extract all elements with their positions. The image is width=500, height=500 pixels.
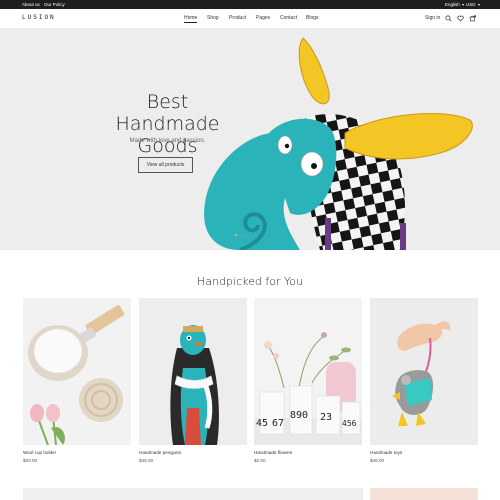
search-icon[interactable] (445, 15, 452, 22)
product-image-wool-cup-holder[interactable] (23, 298, 131, 446)
product-card[interactable]: Wool cup holder $20.00 (23, 298, 131, 463)
section-title: Handpicked for You (197, 275, 303, 288)
currency-select[interactable]: USD (466, 1, 480, 8)
next-section-preview (370, 488, 478, 500)
product-name[interactable]: Handmade toys (370, 450, 402, 455)
top-bar: About us Our Policy English USD (0, 0, 500, 9)
product-name[interactable]: Handmade flowers (254, 450, 292, 455)
vase-number: 67 (272, 418, 284, 429)
hero-subtitle: Made with love and passion. (129, 138, 206, 144)
product-image-handmade-flowers[interactable]: 45 67 890 23 456 (254, 298, 362, 445)
currency-label: USD (466, 2, 476, 7)
product-name[interactable]: Handmade penguins (139, 450, 181, 455)
site-logo[interactable]: LUSION (22, 14, 56, 21)
product-price: $2.00 (254, 458, 266, 463)
product-image-handmade-toys[interactable] (370, 298, 478, 445)
nav-home[interactable]: Home (184, 15, 198, 23)
language-select[interactable]: English (445, 1, 464, 8)
product-price: $20.00 (23, 458, 38, 463)
nav-shop[interactable]: Shop (207, 15, 219, 22)
vase-number: 23 (320, 412, 332, 423)
heart-icon[interactable] (457, 15, 464, 22)
next-section-preview (23, 488, 363, 500)
language-label: English (445, 2, 460, 7)
product-card[interactable]: 45 67 890 23 456 Handmade flowers $2.00 (254, 298, 362, 463)
view-all-products-button[interactable]: View all products (138, 157, 193, 173)
product-price: $46.00 (139, 458, 154, 463)
product-name[interactable]: Wool cup holder (23, 450, 56, 455)
product-card[interactable]: Handmade penguins $46.00 (139, 298, 247, 463)
vase-number: 45 (256, 418, 268, 429)
vase-number: 456 (342, 419, 357, 428)
vase-number: 890 (290, 410, 308, 421)
nav-blogs[interactable]: Blogs (306, 15, 319, 22)
hero-title: Best Handmade Goods (95, 91, 240, 157)
nav-contact[interactable]: Contact (280, 15, 297, 22)
product-card[interactable]: Handmade toys $46.00 (370, 298, 478, 463)
chevron-down-icon (461, 3, 464, 6)
nav-product[interactable]: Product (229, 15, 246, 22)
cart-icon[interactable]: 0 (469, 15, 476, 22)
our-policy-link[interactable]: Our Policy (44, 1, 65, 8)
hero-banner: Best Handmade Goods Made with love and p… (0, 28, 500, 250)
about-us-link[interactable]: About us (22, 1, 40, 8)
product-image-handmade-penguins[interactable] (139, 298, 247, 445)
handmade-toy-image (204, 37, 473, 250)
sign-in-link[interactable]: Sign in (425, 15, 440, 21)
nav-pages[interactable]: Pages (256, 15, 270, 22)
hero-title-line-1: Best Handmade (115, 91, 220, 135)
chevron-down-icon (477, 3, 480, 6)
site-header: LUSION Home Shop Product Pages Contact B… (0, 9, 500, 28)
product-price: $46.00 (370, 458, 385, 463)
